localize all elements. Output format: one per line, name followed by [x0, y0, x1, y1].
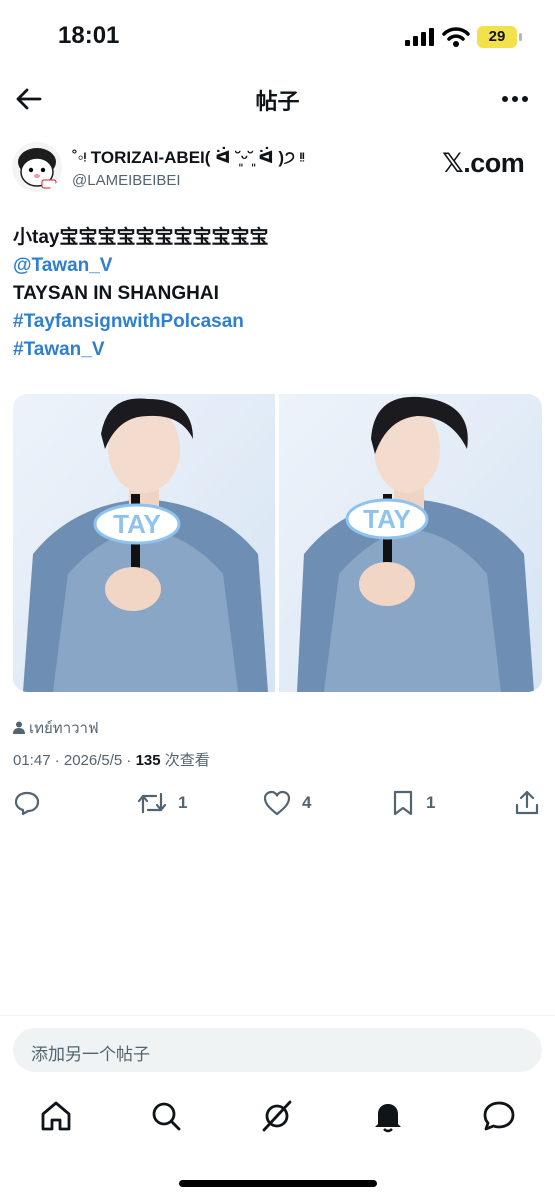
bookmark-count: 1 — [426, 793, 436, 812]
like-button[interactable]: 4 — [262, 786, 311, 820]
view-label: 次查看 — [160, 752, 210, 769]
page-title: 帖子 — [255, 89, 300, 114]
home-indicator — [179, 1180, 377, 1187]
person-icon — [13, 721, 25, 734]
display-name[interactable]: ˚◦ᵎ TORIZAI-ABEI( ᐛ ˘͈ᵕ˘͈ ᐛ )੭ ᵎᵎ — [72, 148, 305, 168]
cellular-signal-icon — [405, 28, 434, 46]
wifi-icon — [442, 27, 470, 47]
bookmark-icon — [393, 790, 413, 816]
share-button[interactable] — [513, 786, 541, 820]
bottom-tab-bar — [0, 1090, 555, 1150]
photo[interactable]: TAY — [279, 394, 542, 692]
status-bar: 18:01 29 — [0, 0, 555, 72]
post-header: 帖子 — [0, 72, 555, 126]
post-timestamp: 01:47 · 2026/5/5 · — [13, 752, 136, 769]
heart-icon — [263, 790, 291, 816]
media-grid: TAY TAY — [13, 394, 542, 692]
photo[interactable]: TAY — [13, 394, 276, 692]
battery-indicator: 29 — [477, 26, 517, 48]
action-bar: 1 4 1 — [0, 786, 555, 820]
sign-text: TAY — [113, 509, 161, 539]
share-icon — [515, 790, 539, 815]
location-row[interactable]: เทย์ทาวาฟ — [13, 716, 99, 740]
mention-link[interactable]: @Tawan_V — [13, 252, 543, 280]
grok-icon[interactable] — [259, 1098, 295, 1134]
status-time: 18:01 — [58, 22, 120, 49]
hashtag-link[interactable]: #Tawan_V — [13, 336, 543, 364]
messages-icon[interactable] — [481, 1098, 517, 1134]
like-count: 4 — [302, 793, 312, 812]
post-text-line: 小tay宝宝宝宝宝宝宝宝宝宝宝 — [13, 227, 269, 248]
retweet-button[interactable]: 1 — [136, 786, 187, 820]
author-row: ˚◦ᵎ TORIZAI-ABEI( ᐛ ˘͈ᵕ˘͈ ᐛ )੭ ᵎᵎ @LAMEI… — [12, 142, 542, 202]
add-post-input[interactable]: 添加另一个帖子 — [13, 1028, 542, 1072]
composer-placeholder: 添加另一个帖子 — [31, 1045, 150, 1064]
post-text: 小tay宝宝宝宝宝宝宝宝宝宝宝 @Tawan_V TAYSAN IN SHANG… — [13, 224, 543, 364]
home-icon[interactable] — [38, 1098, 74, 1134]
reply-button[interactable] — [13, 786, 41, 820]
more-icon[interactable] — [500, 84, 530, 114]
battery-tip — [519, 33, 522, 41]
reply-icon — [14, 791, 40, 816]
retweet-icon — [137, 792, 167, 814]
view-count: 135 — [135, 752, 161, 769]
reply-composer-area: 添加另一个帖子 — [0, 1015, 555, 1086]
x-logo: 𝕏.com — [442, 148, 525, 178]
avatar[interactable] — [12, 142, 62, 192]
user-handle[interactable]: @LAMEIBEIBEI — [72, 172, 181, 189]
bell-icon[interactable] — [370, 1098, 406, 1134]
post-meta: 01:47 · 2026/5/5 · 135 次查看 — [13, 749, 210, 770]
hashtag-link[interactable]: #TayfansignwithPolcasan — [13, 308, 543, 336]
search-icon[interactable] — [148, 1098, 184, 1134]
post-text-line: TAYSAN IN SHANGHAI — [13, 283, 219, 304]
location-text: เทย์ทาวาฟ — [29, 720, 99, 737]
bookmark-button[interactable]: 1 — [390, 786, 435, 820]
sign-text: TAY — [363, 504, 411, 534]
retweet-count: 1 — [178, 793, 188, 812]
